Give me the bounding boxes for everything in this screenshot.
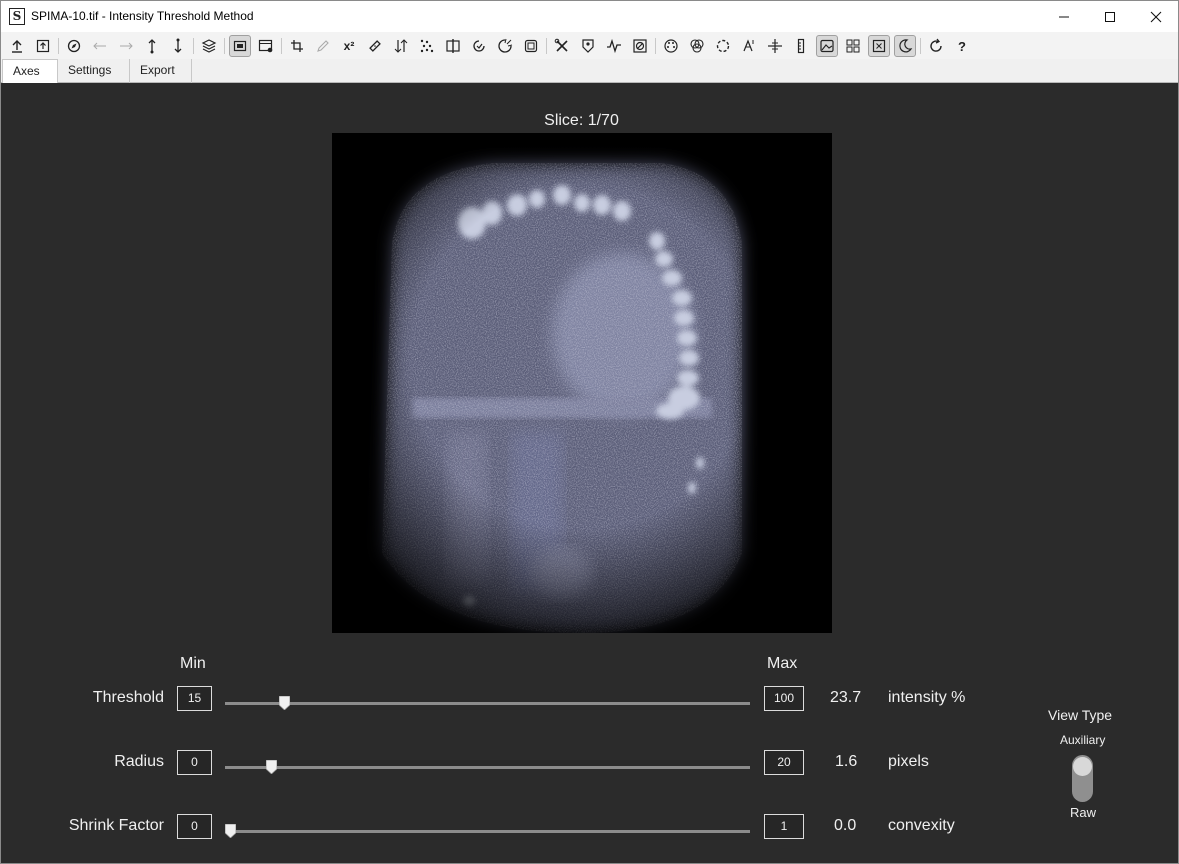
radius-max-input[interactable]: 20 xyxy=(764,750,804,775)
compass-icon[interactable] xyxy=(63,35,85,57)
threshold-slider-track[interactable] xyxy=(225,702,750,705)
frame-icon[interactable] xyxy=(520,35,542,57)
ruler-icon[interactable] xyxy=(790,35,812,57)
sort-icon[interactable] xyxy=(390,35,412,57)
tag-icon[interactable] xyxy=(577,35,599,57)
export-icon[interactable] xyxy=(32,35,54,57)
shrink-factor-max-input[interactable]: 1 xyxy=(764,814,804,839)
microscopy-image[interactable] xyxy=(332,133,832,633)
radius-min-input[interactable]: 0 xyxy=(177,750,212,775)
threshold-slider-thumb[interactable] xyxy=(279,696,291,710)
radius-slider-track[interactable] xyxy=(225,766,750,769)
threshold-min-input[interactable]: 15 xyxy=(177,686,212,711)
toolbar: x² ? xyxy=(1,32,1178,59)
max-header: Max xyxy=(767,655,798,672)
view-type-raw-label: Raw xyxy=(1070,805,1097,820)
arrow-up-down-icon[interactable] xyxy=(141,35,163,57)
arrow-left-icon[interactable] xyxy=(89,35,111,57)
arrow-down-up-icon[interactable] xyxy=(167,35,189,57)
window-settings-icon[interactable] xyxy=(255,35,277,57)
radius-slider-thumb[interactable] xyxy=(265,760,277,774)
palette-icon[interactable] xyxy=(660,35,682,57)
shrink-factor-min-input[interactable]: 0 xyxy=(177,814,212,839)
view-type-auxiliary-label: Auxiliary xyxy=(1060,733,1106,747)
shrink-factor-unit: convexity xyxy=(888,817,955,834)
rotate-check-icon[interactable] xyxy=(468,35,490,57)
minimize-icon xyxy=(1059,16,1069,17)
threshold-label: Threshold xyxy=(92,689,164,706)
crop-icon[interactable] xyxy=(286,35,308,57)
app-window: S SPIMA-10.tif - Intensity Threshold Met… xyxy=(0,0,1179,864)
image-icon[interactable] xyxy=(816,35,838,57)
layers-icon[interactable] xyxy=(198,35,220,57)
radius-unit: pixels xyxy=(888,753,929,770)
tab-settings[interactable]: Settings xyxy=(58,59,130,83)
maximize-icon xyxy=(1105,11,1115,22)
tab-export[interactable]: Export xyxy=(130,59,192,83)
help-icon[interactable]: ? xyxy=(951,35,973,57)
scatter-icon[interactable] xyxy=(416,35,438,57)
checkbox-icon[interactable] xyxy=(868,35,890,57)
window-title: SPIMA-10.tif - Intensity Threshold Metho… xyxy=(31,9,254,23)
pencil-icon[interactable] xyxy=(312,35,334,57)
moon-icon[interactable] xyxy=(894,35,916,57)
grid-icon[interactable] xyxy=(842,35,864,57)
dashed-circle-icon[interactable] xyxy=(712,35,734,57)
slice-label: Slice: 1/70 xyxy=(544,112,619,129)
min-header: Min xyxy=(180,655,206,672)
threshold-max-input[interactable]: 100 xyxy=(764,686,804,711)
threshold-unit: intensity % xyxy=(888,689,966,706)
app-logo-icon: S xyxy=(9,8,25,25)
superscript-icon[interactable]: x² xyxy=(338,35,360,57)
shrink-factor-label: Shrink Factor xyxy=(68,817,164,834)
radius-value: 1.6 xyxy=(835,753,858,770)
title-bar: S SPIMA-10.tif - Intensity Threshold Met… xyxy=(1,1,1178,32)
clear-icon[interactable] xyxy=(629,35,651,57)
tools-icon[interactable] xyxy=(551,35,573,57)
close-icon xyxy=(1150,11,1162,22)
tab-axes[interactable]: Axes xyxy=(2,59,58,83)
circles-icon[interactable] xyxy=(686,35,708,57)
close-button[interactable] xyxy=(1133,1,1179,32)
view-type-title: View Type xyxy=(1048,707,1113,723)
refresh-icon[interactable] xyxy=(925,35,947,57)
radius-label: Radius xyxy=(114,753,164,770)
toggle-knob xyxy=(1073,757,1092,776)
view-type-toggle[interactable] xyxy=(1072,755,1093,802)
split-icon[interactable] xyxy=(442,35,464,57)
shrink-factor-value: 0.0 xyxy=(834,817,857,834)
open-file-icon[interactable] xyxy=(6,35,28,57)
maximize-button[interactable] xyxy=(1087,1,1133,32)
bandage-icon[interactable] xyxy=(364,35,386,57)
minimize-button[interactable] xyxy=(1041,1,1087,32)
view-toggle-icon[interactable] xyxy=(229,35,251,57)
threshold-value: 23.7 xyxy=(830,689,862,706)
arrow-right-icon[interactable] xyxy=(115,35,137,57)
burst-icon[interactable] xyxy=(494,35,516,57)
shrink-factor-slider-track[interactable] xyxy=(225,830,750,833)
waveform-icon[interactable] xyxy=(603,35,625,57)
tab-bar: Axes Settings Export xyxy=(1,59,1178,83)
shrink-factor-slider-thumb[interactable] xyxy=(225,824,236,838)
text-cursor-icon[interactable] xyxy=(738,35,760,57)
crosshair-icon[interactable] xyxy=(764,35,786,57)
